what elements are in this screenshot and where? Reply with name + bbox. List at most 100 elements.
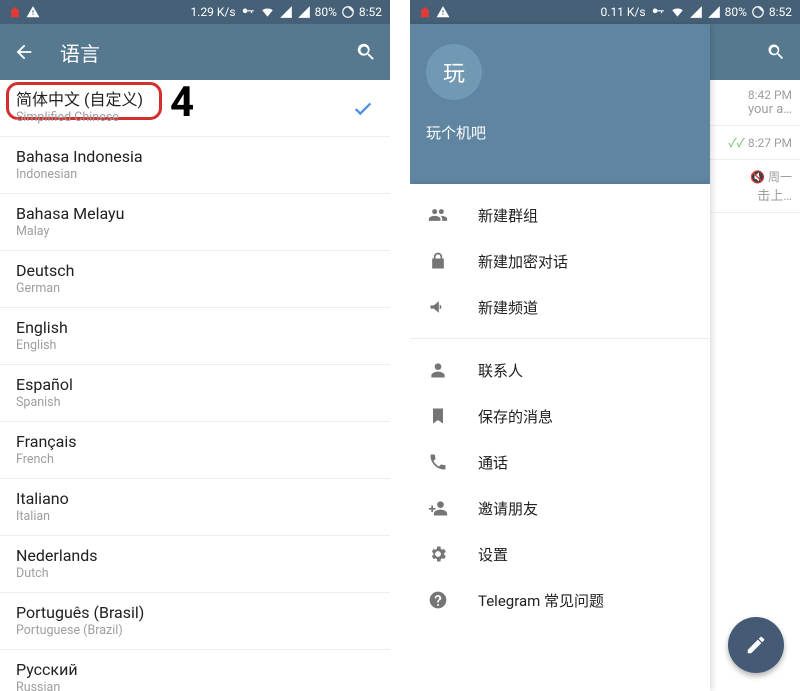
vpn-key-icon xyxy=(650,5,666,19)
help-icon xyxy=(426,588,450,612)
app-bar: 语言 xyxy=(0,24,390,80)
check-icon xyxy=(352,98,374,120)
behind-chat-row[interactable]: ✓✓ 8:27 PM xyxy=(710,126,800,160)
clock-text: 8:52 xyxy=(769,5,792,19)
behind-time: 🔇 周一 xyxy=(714,168,792,185)
behind-chat-row[interactable]: 8:42 PMyour a… xyxy=(710,80,800,126)
behind-chat-row[interactable]: 🔇 周一击上… xyxy=(710,160,800,213)
language-row[interactable]: EnglishEnglish xyxy=(0,308,390,365)
battery-text: 80% xyxy=(315,5,337,19)
language-row[interactable]: Português (Brasil)Portuguese (Brazil) xyxy=(0,593,390,650)
pencil-icon xyxy=(745,634,767,656)
bookmark-icon xyxy=(426,404,450,428)
behind-app-bar xyxy=(710,24,800,80)
language-sub: Dutch xyxy=(16,566,374,582)
language-row[interactable]: EspañolSpanish xyxy=(0,365,390,422)
language-sub: German xyxy=(16,281,374,297)
language-row[interactable]: РусскийRussian xyxy=(0,650,390,691)
invite-icon xyxy=(426,496,450,520)
shopping-bag-icon xyxy=(418,5,432,19)
battery-circle-icon xyxy=(751,5,765,19)
language-name: Deutsch xyxy=(16,261,374,281)
drawer-item-label: 新建加密对话 xyxy=(478,251,568,272)
lock-icon xyxy=(426,249,450,273)
wifi-icon xyxy=(260,5,275,19)
drawer-item-lock[interactable]: 新建加密对话 xyxy=(410,238,710,284)
avatar[interactable]: 玩 xyxy=(426,44,482,100)
drawer-item-group[interactable]: 新建群组 xyxy=(410,192,710,238)
signal-icon xyxy=(689,5,703,19)
avatar-initial: 玩 xyxy=(443,56,465,88)
vpn-key-icon xyxy=(240,5,256,19)
drawer-item-person[interactable]: 联系人 xyxy=(410,347,710,393)
language-name: Русский xyxy=(16,660,374,680)
language-row[interactable]: Bahasa IndonesiaIndonesian xyxy=(0,137,390,194)
drawer-item-gear[interactable]: 设置 xyxy=(410,531,710,577)
page-title: 语言 xyxy=(60,38,100,67)
drawer-item-label: 邀请朋友 xyxy=(478,498,538,519)
drawer-item-label: 新建群组 xyxy=(478,205,538,226)
status-bar: 0.11 K/s 80% 8:52 xyxy=(410,0,800,24)
drawer-item-label: Telegram 常见问题 xyxy=(478,590,604,611)
shopping-bag-icon xyxy=(8,5,22,19)
person-icon xyxy=(426,358,450,382)
group-icon xyxy=(426,203,450,227)
drawer-item-invite[interactable]: 邀请朋友 xyxy=(410,485,710,531)
drawer-item-help[interactable]: Telegram 常见问题 xyxy=(410,577,710,623)
megaphone-icon xyxy=(426,295,450,319)
language-row[interactable]: FrançaisFrench xyxy=(0,422,390,479)
signal2-icon xyxy=(297,5,311,19)
behind-snippet: your a… xyxy=(714,102,792,117)
search-button[interactable] xyxy=(764,40,788,64)
drawer-header: 玩 玩个机吧 xyxy=(410,24,710,184)
drawer-item-label: 新建频道 xyxy=(478,297,538,318)
language-name: Português (Brasil) xyxy=(16,603,374,623)
net-speed: 1.29 K/s xyxy=(191,5,236,19)
status-bar: 1.29 K/s 80% 8:52 xyxy=(0,0,390,24)
clock-text: 8:52 xyxy=(359,5,382,19)
gear-icon xyxy=(426,542,450,566)
language-row[interactable]: NederlandsDutch xyxy=(0,536,390,593)
phone-right: 0.11 K/s 80% 8:52 8:42 PMyour a… ✓✓ 8:27 … xyxy=(410,0,800,691)
net-speed: 0.11 K/s xyxy=(601,5,646,19)
language-sub: Spanish xyxy=(16,395,374,411)
phone-left: 1.29 K/s 80% 8:52 xyxy=(0,0,390,691)
chat-list-behind: 8:42 PMyour a… ✓✓ 8:27 PM 🔇 周一击上… xyxy=(710,24,800,691)
signal-icon xyxy=(279,5,293,19)
language-sub: Simplified Chinese xyxy=(16,110,374,126)
behind-time: ✓✓ 8:27 PM xyxy=(714,134,792,151)
language-sub: English xyxy=(16,338,374,354)
language-row[interactable]: 简体中文 (自定义)Simplified Chinese xyxy=(0,80,390,137)
language-sub: Indonesian xyxy=(16,167,374,183)
drawer-item-phone[interactable]: 通话 xyxy=(410,439,710,485)
language-sub: Portuguese (Brazil) xyxy=(16,623,374,639)
language-row[interactable]: DeutschGerman xyxy=(0,251,390,308)
profile-name: 玩个机吧 xyxy=(426,122,694,143)
phone-icon xyxy=(426,450,450,474)
menu-separator xyxy=(410,338,710,339)
drawer-item-megaphone[interactable]: 新建频道 xyxy=(410,284,710,330)
drawer-item-label: 设置 xyxy=(478,544,508,565)
language-row[interactable]: Bahasa MelayuMalay xyxy=(0,194,390,251)
warning-icon xyxy=(436,5,450,19)
search-button[interactable] xyxy=(354,40,378,64)
drawer-item-label: 联系人 xyxy=(478,360,523,381)
warning-icon xyxy=(26,5,40,19)
language-name: Español xyxy=(16,375,374,395)
back-button[interactable] xyxy=(12,40,36,64)
behind-snippet: 击上… xyxy=(714,185,792,204)
language-list: 简体中文 (自定义)Simplified ChineseBahasa Indon… xyxy=(0,80,390,691)
language-sub: French xyxy=(16,452,374,468)
drawer-item-bookmark[interactable]: 保存的消息 xyxy=(410,393,710,439)
compose-fab[interactable] xyxy=(728,617,784,673)
battery-text: 80% xyxy=(725,5,747,19)
language-row[interactable]: ItalianoItalian xyxy=(0,479,390,536)
language-name: English xyxy=(16,318,374,338)
wifi-icon xyxy=(670,5,685,19)
language-name: Nederlands xyxy=(16,546,374,566)
signal2-icon xyxy=(707,5,721,19)
language-sub: Italian xyxy=(16,509,374,525)
drawer-menu: 新建群组新建加密对话新建频道 联系人保存的消息通话邀请朋友设置 Telegram … xyxy=(410,184,710,691)
drawer-item-label: 通话 xyxy=(478,452,508,473)
battery-circle-icon xyxy=(341,5,355,19)
